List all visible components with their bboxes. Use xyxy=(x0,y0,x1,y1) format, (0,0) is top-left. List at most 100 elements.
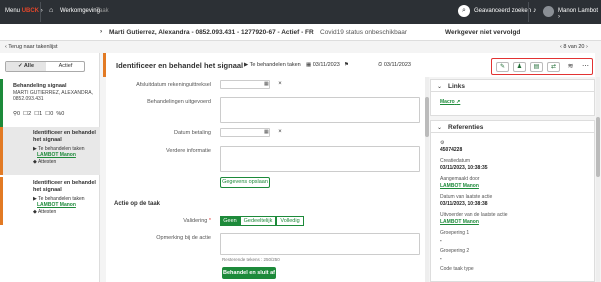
search-icon[interactable]: ⌕ xyxy=(458,5,470,17)
groep2-label: Groepering 2 xyxy=(440,248,470,254)
datum-betaling-label: Datum betaling xyxy=(174,130,211,136)
task-list-panel: ✓ Alle Actief Behandeling signaal MARTI … xyxy=(0,53,100,282)
hide-icon[interactable]: ≋ xyxy=(564,62,577,72)
count: 0 xyxy=(17,111,21,117)
breadcrumb-taak: Taak xyxy=(96,8,109,14)
save-button[interactable]: Gegevens opslaan xyxy=(220,177,270,188)
prev-icon[interactable]: ‹ xyxy=(560,44,562,50)
task-header-date: ▦ 03/11/2023 xyxy=(306,62,340,68)
verdere-info-field[interactable] xyxy=(220,146,420,172)
links-panel-header[interactable]: ⌄ Links xyxy=(430,79,595,92)
remaining-chars: Resterende tekens : 250/250 xyxy=(222,257,280,262)
task-user[interactable]: LAMBOT Manon xyxy=(37,152,76,158)
count: 1 xyxy=(39,111,43,117)
task-attach: ◆ Attesten xyxy=(33,209,57,215)
next-icon[interactable]: › xyxy=(586,44,588,50)
date-label: 03/11/2023 xyxy=(312,62,340,68)
signal-item[interactable]: Behandeling signaal MARTI GUTIERREZ, ALE… xyxy=(0,79,100,127)
links-title: Links xyxy=(448,83,465,90)
seg-geen[interactable]: Geen xyxy=(220,216,240,226)
task-header: Identificeer en behandel het signaal ▶ T… xyxy=(103,53,425,77)
edit-icon[interactable]: ✎ xyxy=(496,62,509,72)
back-link[interactable]: ‹ Terug naar takenlijst xyxy=(5,44,58,50)
groep2-value: - xyxy=(440,256,442,262)
count: 0 xyxy=(50,111,54,117)
datum-betaling-field[interactable] xyxy=(220,128,270,137)
macro-link[interactable]: Macro ↗ xyxy=(440,99,460,105)
assign-user-icon[interactable]: ♟ xyxy=(513,62,526,72)
scrollbar[interactable] xyxy=(425,77,429,282)
task-header-title: Identificeer en behandel het signaal xyxy=(116,61,244,70)
groep1-value: - xyxy=(440,238,442,244)
scrollbar-thumb[interactable] xyxy=(596,117,600,177)
submit-button[interactable]: Behandel en sluit af xyxy=(222,267,276,279)
chevron-right-icon[interactable]: › xyxy=(100,28,102,35)
scrollbar[interactable] xyxy=(596,77,600,282)
list-item[interactable]: Identificeer en behandel het signaal ▶ T… xyxy=(0,177,100,225)
creatiedatum-value: 03/11/2023, 10:38:35 xyxy=(440,165,488,171)
pager: ‹ 8 van 20 › xyxy=(560,44,588,50)
clear-icon[interactable]: × xyxy=(274,80,286,88)
groep1-label: Groepering 1 xyxy=(440,230,470,236)
laatste-value: 03/11/2023, 10:38:38 xyxy=(440,201,488,207)
task-user[interactable]: LAMBOT Manon xyxy=(37,202,76,208)
transfer-icon[interactable]: ⇄ xyxy=(547,62,560,72)
menu-button[interactable]: Menu UBCK › xyxy=(5,8,43,14)
divider xyxy=(528,2,529,22)
avatar[interactable] xyxy=(543,6,554,17)
task-header-status: ▶ Te behandelen taken xyxy=(244,62,301,68)
status-label: Te behandelen taken xyxy=(249,62,301,68)
seg-gedeeltelijk[interactable]: Gedeeltelijk xyxy=(240,216,276,226)
laatste-label: Datum van laatste actie xyxy=(440,194,493,200)
seg-volledig[interactable]: Volledig xyxy=(276,216,304,226)
task-toolbar: ✎ ♟ ▤ ⇄ ≋ ⋯ xyxy=(425,53,595,77)
task-header-deadline: ⏲ 03/11/2023 xyxy=(378,62,411,68)
list-item[interactable]: Identificeer en behandel het signaal ▶ T… xyxy=(0,127,100,175)
bell-icon[interactable]: ♪ xyxy=(533,7,537,14)
home-icon[interactable]: ⌂ xyxy=(49,7,53,14)
clear-icon[interactable]: × xyxy=(274,128,286,136)
employer-status: Werkgever niet vervolgd xyxy=(445,29,521,36)
task-attach: ◆ Attesten xyxy=(33,159,57,165)
user-menu[interactable]: Manon Lambot › xyxy=(558,8,601,20)
external-link-icon: ↗ xyxy=(456,99,461,105)
case-header: › Marti Gutierrez, Alexandra - 0852.093.… xyxy=(0,24,601,41)
verdere-info-label: Verdere informatie xyxy=(166,148,211,154)
case-title: Marti Gutierrez, Alexandra - 0852.093.43… xyxy=(109,29,314,36)
menu-label: Menu xyxy=(5,8,21,14)
ref-id: 45074228 xyxy=(440,147,463,153)
calendar-icon[interactable]: ▦ xyxy=(264,81,269,87)
filter-all[interactable]: ✓ Alle xyxy=(6,62,46,71)
task-form: Afsluitdatum rekeninguittreksel ▦ × Beha… xyxy=(106,77,425,282)
opmerking-field[interactable] xyxy=(220,233,420,255)
task-attach-label: Attesten xyxy=(37,159,57,165)
filter-active[interactable]: Actief xyxy=(46,62,85,71)
section-title: Actie op de taak xyxy=(114,201,161,207)
side-panels: ⌄ Links Macro ↗ ⌄ Referenties ⚙ 45074228… xyxy=(430,77,595,282)
count: 2 xyxy=(28,111,32,117)
signal-counts: ⚲0 ☐2 ☐1 ☐0 %0 xyxy=(13,111,65,117)
top-bar: Menu UBCK › ⌂ Werkomgeving Taak ⌕ Geavan… xyxy=(0,0,601,24)
behandelingen-label: Behandelingen uitgevoerd xyxy=(147,99,211,105)
afsluitdatum-field[interactable] xyxy=(220,80,270,89)
ref-panel-header[interactable]: ⌄ Referenties xyxy=(430,120,595,133)
more-icon[interactable]: ⋯ xyxy=(579,62,592,72)
aangemaakt-link[interactable]: LAMBOT Manon xyxy=(440,183,479,189)
toolbar-highlight: ✎ ♟ ▤ ⇄ ≋ ⋯ xyxy=(491,58,593,75)
advanced-search-link[interactable]: Geavanceerd zoeken xyxy=(474,8,531,14)
calendar-icon[interactable]: ▦ xyxy=(264,129,269,135)
chevron-right-icon: › xyxy=(558,14,560,20)
pager-label: 8 van 20 xyxy=(563,44,585,50)
brand-label: UBCK xyxy=(21,8,40,14)
opmerking-label: Opmerking bij de actie xyxy=(156,235,211,241)
document-icon[interactable]: ▤ xyxy=(530,62,543,72)
uitvoerder-link[interactable]: LAMBOT Manon xyxy=(440,219,479,225)
behandelingen-field[interactable] xyxy=(220,97,420,123)
task-title: Identificeer en behandel het signaal xyxy=(33,130,96,143)
filter-toggle: ✓ Alle Actief xyxy=(5,61,85,72)
breadcrumb-werkomgeving[interactable]: Werkomgeving xyxy=(60,8,100,14)
ref-panel-body: ⚙ 45074228 Creatiedatum 03/11/2023, 10:3… xyxy=(430,133,595,282)
code-label: Code taak type xyxy=(440,266,474,272)
task-attach-label: Attesten xyxy=(37,209,57,215)
scrollbar-thumb[interactable] xyxy=(425,97,429,137)
